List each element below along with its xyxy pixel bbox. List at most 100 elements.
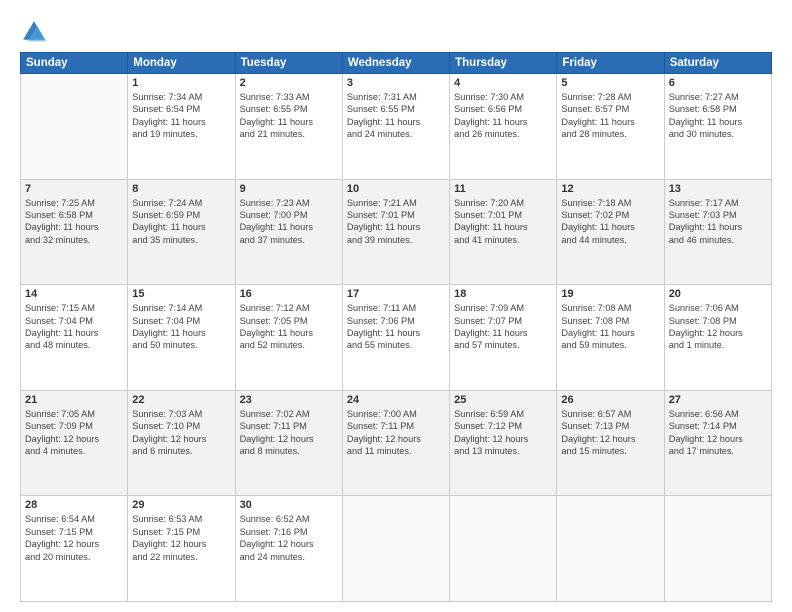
cell-line: and 6 minutes. (132, 445, 230, 457)
cell-line: Sunset: 7:10 PM (132, 420, 230, 432)
day-number: 7 (25, 183, 123, 195)
cell-line: Daylight: 11 hours (25, 327, 123, 339)
cell-line: and 11 minutes. (347, 445, 445, 457)
cell-line: and 17 minutes. (669, 445, 767, 457)
day-number: 20 (669, 288, 767, 300)
cell-line: Sunrise: 7:08 AM (561, 302, 659, 314)
calendar-cell: 1Sunrise: 7:34 AMSunset: 6:54 PMDaylight… (128, 74, 235, 180)
cell-line: Sunrise: 7:02 AM (240, 408, 338, 420)
cell-line: Sunrise: 7:20 AM (454, 197, 552, 209)
day-number: 9 (240, 183, 338, 195)
calendar-cell: 30Sunrise: 6:52 AMSunset: 7:16 PMDayligh… (235, 496, 342, 602)
day-number: 8 (132, 183, 230, 195)
calendar-cell: 6 Sunrise: 7:27 AMSunset: 6:58 PMDaylight… (664, 74, 771, 180)
cell-line: and 48 minutes. (25, 339, 123, 351)
cell-line: Daylight: 11 hours (347, 221, 445, 233)
day-number: 6 (669, 77, 767, 89)
day-number: 22 (132, 394, 230, 406)
calendar-cell: 21Sunrise: 7:05 AMSunset: 7:09 PMDayligh… (21, 390, 128, 496)
logo (20, 18, 52, 46)
cell-line: Sunrise: 7:23 AM (240, 197, 338, 209)
cell-line: and 57 minutes. (454, 339, 552, 351)
day-number: 29 (132, 499, 230, 511)
cell-line: and 1 minute. (669, 339, 767, 351)
cell-line: and 59 minutes. (561, 339, 659, 351)
cell-line: Daylight: 11 hours (25, 221, 123, 233)
cell-line: and 24 minutes. (347, 128, 445, 140)
calendar-cell: 24Sunrise: 7:00 AMSunset: 7:11 PMDayligh… (342, 390, 449, 496)
cell-line: Sunset: 6:54 PM (132, 103, 230, 115)
calendar-cell: 28Sunrise: 6:54 AMSunset: 7:15 PMDayligh… (21, 496, 128, 602)
day-header-tuesday: Tuesday (235, 53, 342, 74)
cell-line: Sunset: 7:09 PM (25, 420, 123, 432)
cell-line: Sunrise: 7:06 AM (669, 302, 767, 314)
calendar-cell: 22Sunrise: 7:03 AMSunset: 7:10 PMDayligh… (128, 390, 235, 496)
day-header-wednesday: Wednesday (342, 53, 449, 74)
calendar-cell: 2Sunrise: 7:33 AMSunset: 6:55 PMDaylight… (235, 74, 342, 180)
calendar-cell (557, 496, 664, 602)
cell-line: Daylight: 11 hours (669, 221, 767, 233)
cell-line: Sunset: 7:07 PM (454, 315, 552, 327)
cell-line: Sunrise: 7:03 AM (132, 408, 230, 420)
cell-line: Daylight: 12 hours (240, 538, 338, 550)
cell-line: Sunrise: 7:17 AM (669, 197, 767, 209)
day-number: 4 (454, 77, 552, 89)
calendar-week-5: 28Sunrise: 6:54 AMSunset: 7:15 PMDayligh… (21, 496, 772, 602)
cell-line: and 35 minutes. (132, 234, 230, 246)
cell-line: Sunrise: 6:56 AM (669, 408, 767, 420)
day-number: 28 (25, 499, 123, 511)
cell-line: Sunset: 7:01 PM (347, 209, 445, 221)
calendar-cell: 29Sunrise: 6:53 AMSunset: 7:15 PMDayligh… (128, 496, 235, 602)
day-number: 3 (347, 77, 445, 89)
cell-line: Daylight: 11 hours (132, 116, 230, 128)
calendar-cell: 4Sunrise: 7:30 AMSunset: 6:56 PMDaylight… (450, 74, 557, 180)
cell-line: and 52 minutes. (240, 339, 338, 351)
calendar-week-3: 14Sunrise: 7:15 AMSunset: 7:04 PMDayligh… (21, 285, 772, 391)
calendar-cell: 23Sunrise: 7:02 AMSunset: 7:11 PMDayligh… (235, 390, 342, 496)
calendar-cell: 12Sunrise: 7:18 AMSunset: 7:02 PMDayligh… (557, 179, 664, 285)
cell-line: Sunset: 7:13 PM (561, 420, 659, 432)
cell-line: and 20 minutes. (25, 551, 123, 563)
cell-line: Sunrise: 6:57 AM (561, 408, 659, 420)
cell-line: Sunrise: 7:21 AM (347, 197, 445, 209)
cell-line: Daylight: 11 hours (454, 116, 552, 128)
cell-line: and 28 minutes. (561, 128, 659, 140)
day-number: 2 (240, 77, 338, 89)
page: SundayMondayTuesdayWednesdayThursdayFrid… (0, 0, 792, 612)
cell-line: Sunset: 7:03 PM (669, 209, 767, 221)
cell-line: Sunset: 6:58 PM (669, 103, 767, 115)
cell-line: Daylight: 11 hours (669, 116, 767, 128)
cell-line: Daylight: 11 hours (561, 327, 659, 339)
calendar-table: SundayMondayTuesdayWednesdayThursdayFrid… (20, 52, 772, 602)
calendar-header-row: SundayMondayTuesdayWednesdayThursdayFrid… (21, 53, 772, 74)
cell-line: Sunrise: 7:15 AM (25, 302, 123, 314)
calendar-week-2: 7Sunrise: 7:25 AMSunset: 6:58 PMDaylight… (21, 179, 772, 285)
cell-line: Sunrise: 6:52 AM (240, 513, 338, 525)
cell-line: and 46 minutes. (669, 234, 767, 246)
cell-line: Daylight: 11 hours (454, 327, 552, 339)
day-header-sunday: Sunday (21, 53, 128, 74)
calendar-cell: 16Sunrise: 7:12 AMSunset: 7:05 PMDayligh… (235, 285, 342, 391)
cell-line: Daylight: 12 hours (347, 433, 445, 445)
cell-line: Sunset: 6:56 PM (454, 103, 552, 115)
cell-line: Daylight: 11 hours (454, 221, 552, 233)
calendar-cell: 7Sunrise: 7:25 AMSunset: 6:58 PMDaylight… (21, 179, 128, 285)
cell-line: Sunrise: 7:34 AM (132, 91, 230, 103)
day-number: 15 (132, 288, 230, 300)
cell-line: Sunset: 7:05 PM (240, 315, 338, 327)
calendar-cell: 17Sunrise: 7:11 AMSunset: 7:06 PMDayligh… (342, 285, 449, 391)
calendar-cell: 9Sunrise: 7:23 AMSunset: 7:00 PMDaylight… (235, 179, 342, 285)
cell-line: Sunset: 7:15 PM (132, 526, 230, 538)
cell-line: Sunrise: 7:27 AM (669, 91, 767, 103)
cell-line: Sunset: 7:00 PM (240, 209, 338, 221)
cell-line: Daylight: 11 hours (561, 116, 659, 128)
day-number: 19 (561, 288, 659, 300)
cell-line: Sunrise: 7:24 AM (132, 197, 230, 209)
day-number: 26 (561, 394, 659, 406)
cell-line: Daylight: 11 hours (132, 327, 230, 339)
cell-line: Sunset: 7:11 PM (347, 420, 445, 432)
day-number: 12 (561, 183, 659, 195)
cell-line: Sunset: 7:15 PM (25, 526, 123, 538)
calendar-cell: 5Sunrise: 7:28 AMSunset: 6:57 PMDaylight… (557, 74, 664, 180)
calendar-cell: 25Sunrise: 6:59 AMSunset: 7:12 PMDayligh… (450, 390, 557, 496)
